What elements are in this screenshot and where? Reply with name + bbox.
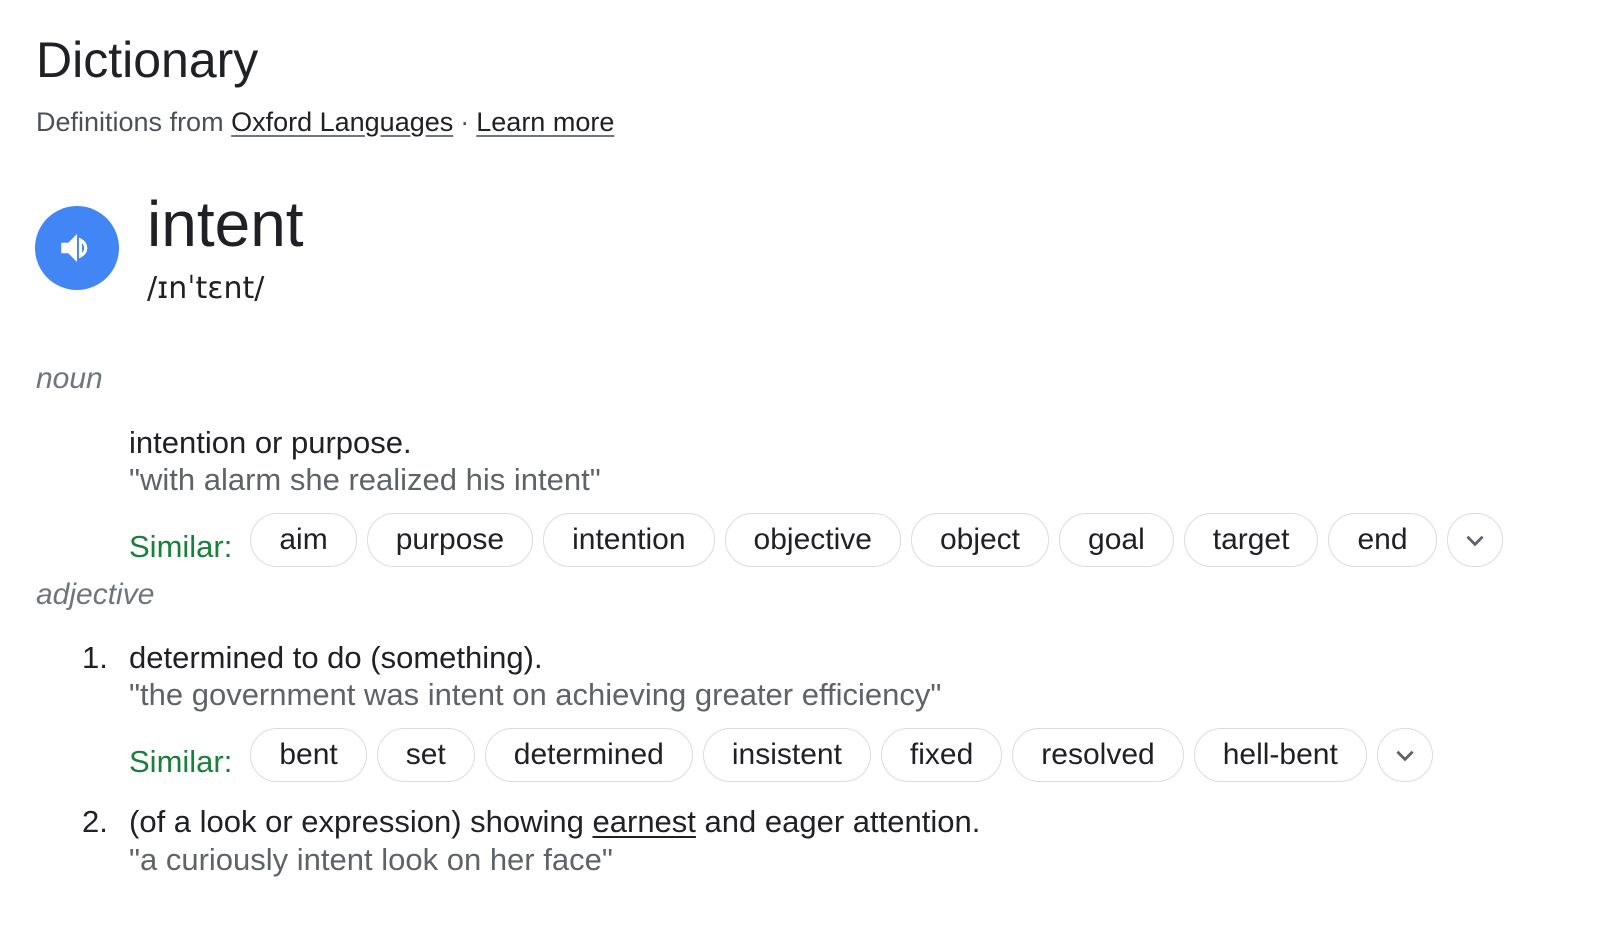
similar-chip[interactable]: purpose	[366, 513, 534, 567]
speaker-icon	[61, 234, 88, 262]
definition-text: and eager attention.	[695, 804, 981, 839]
part-of-speech-noun: noun	[36, 362, 103, 395]
source-line: Definitions from Oxford Languages · Learn …	[36, 106, 614, 138]
sense-number: 2.	[82, 804, 108, 839]
adjective-similar-row: Similar: bent set determined insistent f…	[129, 728, 1443, 782]
show-more-similar-button[interactable]	[1446, 513, 1503, 567]
learn-more-link[interactable]: Learn more	[476, 107, 614, 137]
noun-similar-row: Similar: aim purpose intention objective…	[129, 513, 1513, 567]
similar-chip[interactable]: insistent	[702, 728, 871, 782]
similar-chip[interactable]: object	[910, 513, 1050, 567]
similar-chip[interactable]: determined	[484, 728, 693, 782]
similar-chip[interactable]: objective	[724, 513, 901, 567]
similar-label: Similar:	[129, 529, 233, 564]
similar-chip[interactable]: hell-bent	[1193, 728, 1367, 782]
adjective-example-1: "the government was intent on achieving …	[129, 677, 942, 712]
noun-definition: intention or purpose.	[129, 425, 412, 460]
similar-chip[interactable]: set	[376, 728, 475, 782]
pronunciation-audio-button[interactable]	[35, 206, 119, 290]
similar-chip[interactable]: target	[1183, 513, 1319, 567]
definition-text: (of a look or expression) showing	[129, 804, 593, 839]
phonetic: /ɪnˈtɛnt/	[147, 271, 265, 306]
earnest-link[interactable]: earnest	[593, 804, 696, 839]
separator: ·	[460, 107, 470, 137]
similar-label: Similar:	[129, 744, 233, 779]
headword: intent	[147, 188, 304, 260]
similar-chip[interactable]: aim	[250, 513, 357, 567]
sense-number: 1.	[82, 640, 108, 675]
oxford-languages-link[interactable]: Oxford Languages	[231, 107, 453, 137]
noun-example: "with alarm she realized his intent"	[129, 462, 601, 497]
chevron-down-icon	[1465, 535, 1484, 547]
similar-chip[interactable]: goal	[1059, 513, 1174, 567]
chevron-down-icon	[1396, 750, 1414, 762]
adjective-definition-1: determined to do (something).	[129, 640, 543, 675]
show-more-similar-button[interactable]	[1376, 728, 1433, 782]
similar-chip[interactable]: intention	[543, 513, 715, 567]
page-title: Dictionary	[36, 32, 259, 88]
similar-chip[interactable]: bent	[250, 728, 367, 782]
similar-chip[interactable]: resolved	[1012, 728, 1184, 782]
source-prefix: Definitions from	[36, 107, 224, 137]
similar-chip[interactable]: end	[1328, 513, 1437, 567]
part-of-speech-adjective: adjective	[36, 578, 155, 611]
adjective-example-2: "a curiously intent look on her face"	[129, 842, 613, 877]
similar-chip[interactable]: fixed	[880, 728, 1003, 782]
adjective-definition-2: (of a look or expression) showing earnes…	[129, 803, 980, 840]
